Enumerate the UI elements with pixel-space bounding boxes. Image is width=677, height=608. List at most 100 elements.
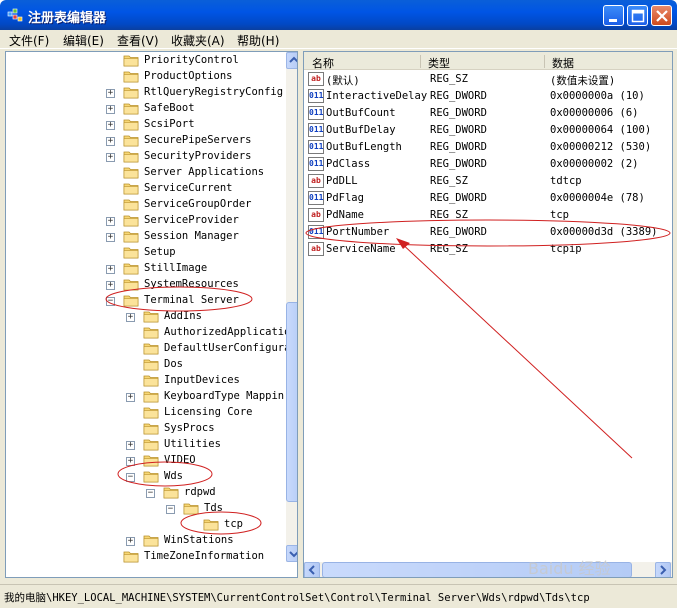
value-type: REG_SZ [430, 175, 468, 187]
values-list[interactable]: 名称 类型 数据 ab (默认) REG_SZ (数值未设置) 011 Interacti… [303, 51, 673, 578]
value-row[interactable]: 011 PdClass REG_DWORD 0x00000002 (2) [304, 156, 664, 173]
column-header-name[interactable]: 名称 [304, 52, 420, 70]
string-value-icon: ab [308, 174, 324, 188]
expand-toggle[interactable]: + [106, 88, 115, 98]
string-value-icon: ab [308, 242, 324, 256]
value-row[interactable]: ab PdDLL REG_SZ tdtcp [304, 173, 664, 190]
value-data: 0x00000064 (100) [550, 124, 652, 136]
collapse-toggle[interactable]: − [126, 472, 135, 482]
folder-icon [143, 455, 159, 467]
column-separator[interactable] [420, 55, 421, 68]
registry-tree[interactable]: PriorityControl ProductOptions + RtlQueryRe… [5, 51, 298, 578]
value-name: OutBufDelay [326, 124, 396, 136]
scroll-down-button[interactable] [286, 545, 297, 562]
expand-toggle[interactable]: + [126, 536, 135, 546]
value-row[interactable]: ab (默认) REG_SZ (数值未设置) [304, 71, 664, 88]
collapse-toggle[interactable]: − [146, 488, 155, 498]
column-header-data[interactable]: 数据 [544, 52, 672, 70]
tree-node-label: Licensing Core [164, 406, 253, 418]
list-scroll-thumb[interactable] [322, 562, 632, 577]
value-row[interactable]: 011 OutBufLength REG_DWORD 0x00000212 (530) [304, 139, 664, 156]
expand-toggle[interactable]: + [106, 136, 115, 146]
tree-node-label: PriorityControl [144, 54, 239, 66]
collapse-toggle[interactable]: − [166, 504, 175, 514]
expand-toggle[interactable]: + [106, 152, 115, 162]
tree-node-label: ServiceGroupOrder [144, 198, 252, 210]
column-separator[interactable] [544, 55, 545, 68]
value-data: 0x0000004e (78) [550, 192, 645, 204]
column-header-type[interactable]: 类型 [420, 52, 544, 70]
tree-node-label: ServiceCurrent [144, 182, 233, 194]
folder-icon [143, 471, 159, 483]
tree-node-label: tcp [224, 518, 243, 530]
folder-icon [123, 199, 139, 211]
expand-toggle[interactable]: + [126, 312, 135, 322]
scroll-up-button[interactable] [286, 52, 297, 69]
binary-value-icon: 011 [308, 106, 324, 120]
value-data: tcpip [550, 243, 582, 255]
scroll-left-button[interactable] [304, 562, 320, 577]
close-icon [656, 10, 668, 22]
menu-view[interactable]: 查看(V) [117, 32, 159, 49]
title-bar[interactable]: 注册表编辑器 [0, 0, 677, 30]
folder-icon [143, 311, 159, 323]
tree-node-label: SafeBoot [144, 102, 195, 114]
folder-icon [123, 551, 139, 563]
scroll-right-button[interactable] [655, 562, 671, 577]
status-bar: 我的电脑\HKEY_LOCAL_MACHINE\SYSTEM\CurrentCo… [0, 584, 677, 608]
value-row[interactable]: ab PdName REG_SZ tcp [304, 207, 664, 224]
expand-toggle[interactable]: + [106, 216, 115, 226]
tree-scroll-thumb[interactable] [286, 302, 297, 502]
string-value-icon: ab [308, 208, 324, 222]
expand-toggle[interactable]: + [106, 104, 115, 114]
folder-icon [123, 295, 139, 307]
binary-value-icon: 011 [308, 157, 324, 171]
value-name: PortNumber [326, 226, 390, 238]
menu-help[interactable]: 帮助(H) [237, 32, 279, 49]
value-name: OutBufCount [326, 107, 396, 119]
value-name: (默认) [326, 75, 360, 87]
regedit-icon [7, 8, 23, 22]
value-name: OutBufLength [326, 141, 402, 153]
tree-node-label: ProductOptions [144, 70, 233, 82]
close-button[interactable] [651, 5, 672, 26]
value-name: ServiceName [326, 243, 396, 255]
expand-toggle[interactable]: + [106, 264, 115, 274]
folder-icon [143, 407, 159, 419]
tree-node-label: SysProcs [164, 422, 215, 434]
maximize-button[interactable] [627, 5, 648, 26]
value-row[interactable]: 011 OutBufCount REG_DWORD 0x00000006 (6) [304, 105, 664, 122]
value-row[interactable]: 011 PdFlag REG_DWORD 0x0000004e (78) [304, 190, 664, 207]
folder-icon [143, 327, 159, 339]
folder-icon [203, 519, 219, 531]
minimize-icon [609, 19, 617, 22]
window-title: 注册表编辑器 [28, 11, 107, 26]
tree-node-label: DefaultUserConfigura [164, 342, 291, 354]
expand-toggle[interactable]: + [126, 456, 135, 466]
value-row[interactable]: 011 OutBufDelay REG_DWORD 0x00000064 (100) [304, 122, 664, 139]
value-row[interactable]: 011 PortNumber REG_DWORD 0x00000d3d (3389) [304, 224, 664, 241]
expand-toggle[interactable]: + [126, 440, 135, 450]
tree-node-label: SecurityProviders [144, 150, 252, 162]
collapse-toggle[interactable]: − [106, 296, 115, 306]
value-type: REG_SZ [430, 73, 468, 85]
string-value-icon: ab [308, 72, 324, 86]
minimize-button[interactable] [603, 5, 624, 26]
value-data: (数值未设置) [550, 75, 616, 87]
binary-value-icon: 011 [308, 225, 324, 239]
value-row[interactable]: 011 InteractiveDelay REG_DWORD 0x0000000a (… [304, 88, 664, 105]
folder-icon [123, 231, 139, 243]
tree-vertical-scrollbar[interactable] [286, 52, 297, 562]
expand-toggle[interactable]: + [106, 232, 115, 242]
menu-favorites[interactable]: 收藏夹(A) [171, 32, 225, 49]
value-data: 0x0000000a (10) [550, 90, 645, 102]
menu-bar: 文件(F) 编辑(E) 查看(V) 收藏夹(A) 帮助(H) [0, 30, 677, 49]
expand-toggle[interactable]: + [126, 392, 135, 402]
list-horizontal-scrollbar[interactable] [304, 562, 672, 577]
folder-icon [143, 359, 159, 371]
value-row[interactable]: ab ServiceName REG_SZ tcpip [304, 241, 664, 258]
menu-file[interactable]: 文件(F) [9, 32, 49, 49]
expand-toggle[interactable]: + [106, 280, 115, 290]
expand-toggle[interactable]: + [106, 120, 115, 130]
menu-edit[interactable]: 编辑(E) [63, 32, 104, 49]
